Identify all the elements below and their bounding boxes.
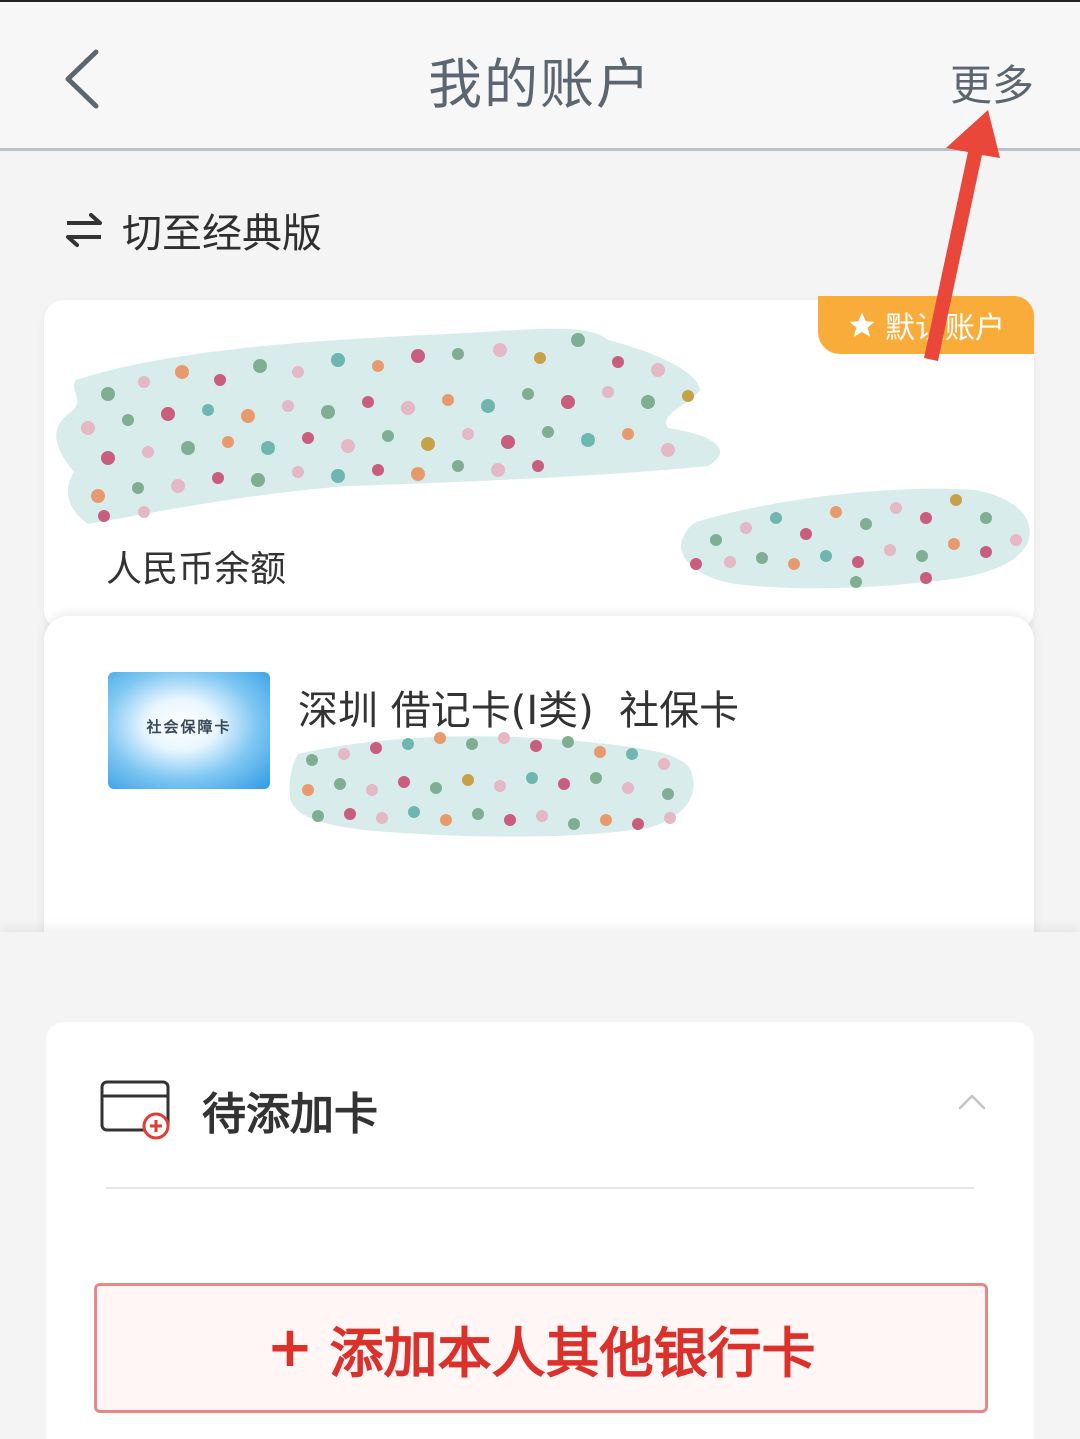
star-icon — [849, 312, 875, 337]
more-button[interactable]: 更多 — [950, 52, 1034, 113]
pending-cards-header[interactable]: 待添加卡 — [100, 1078, 378, 1142]
redaction-mask-account-number — [56, 328, 721, 524]
add-card-label: 添加本人其他银行卡 — [329, 1321, 816, 1385]
default-badge-label: 默认账户 — [885, 311, 1005, 346]
redaction-mask-balance — [680, 488, 1030, 589]
nav-header: 我的账户 更多 — [0, 2, 1080, 151]
rmb-balance-label: 人民币余额 — [106, 549, 287, 590]
card-add-icon — [100, 1080, 170, 1140]
card-thumb-text: 社会保障卡 — [146, 718, 232, 736]
bank-card-item[interactable]: 社会保障卡 深圳 借记卡(I类) 社保卡 — [44, 616, 1034, 946]
chevron-up-icon[interactable] — [958, 1092, 986, 1110]
plus-icon: + — [266, 1315, 314, 1380]
pending-cards-panel: 待添加卡 + 添加本人其他银行卡 — [46, 1022, 1034, 1439]
account-summary-card[interactable]: 默认账户 人民币余额 — [44, 296, 1034, 630]
add-other-bank-card-button[interactable]: + 添加本人其他银行卡 — [94, 1283, 988, 1413]
switch-label: 切至经典版 — [122, 211, 322, 257]
page-title: 我的账户 — [428, 53, 652, 116]
default-account-badge: 默认账户 — [818, 296, 1034, 354]
switch-classic-version[interactable]: 切至经典版 — [64, 202, 322, 258]
pending-cards-title: 待添加卡 — [202, 1089, 378, 1140]
social-security-card-thumbnail: 社会保障卡 — [108, 672, 270, 789]
divider — [106, 1187, 974, 1189]
redaction-mask-card-number — [289, 732, 694, 837]
swap-arrows-icon — [66, 213, 102, 247]
